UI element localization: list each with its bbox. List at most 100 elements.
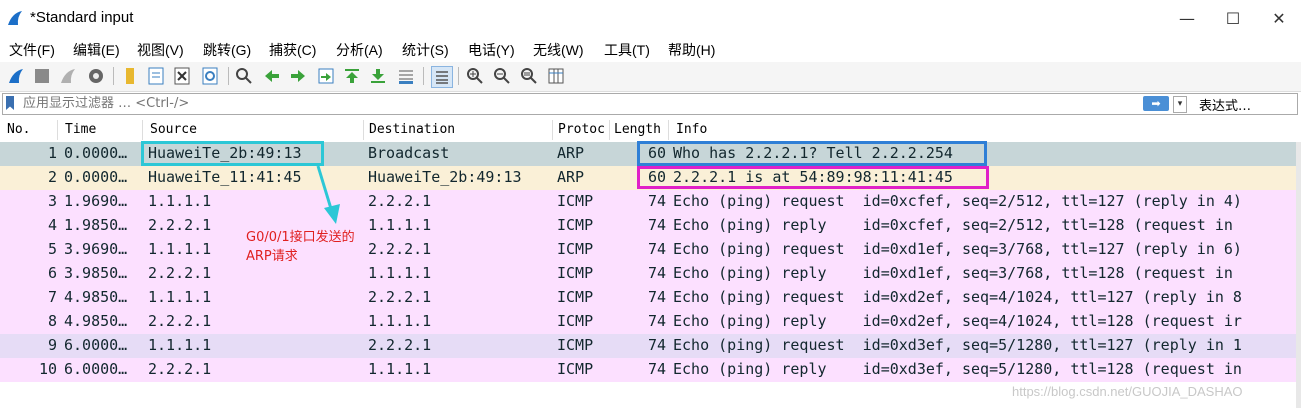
menu-telephony[interactable]: 电话(Y) (468, 40, 515, 60)
packet-source: HuaweiTe_2b:49:13 (148, 144, 302, 162)
packet-destination: Broadcast (368, 144, 450, 162)
packet-time: 6.0000… (64, 336, 128, 354)
menu-help[interactable]: 帮助(H) (668, 40, 715, 60)
packet-destination: 2.2.2.1 (368, 336, 432, 354)
packet-row[interactable]: 4 1.9850… 2.2.2.1 1.1.1.1 ICMP 74 Echo (… (0, 214, 1301, 238)
maximize-button[interactable]: ☐ (1210, 0, 1256, 36)
packet-no: 3 (47, 192, 57, 210)
open-file-icon[interactable] (120, 66, 140, 86)
find-packet-icon[interactable] (234, 66, 254, 86)
window-title: *Standard input (30, 9, 134, 26)
packet-destination: HuaweiTe_2b:49:13 (368, 168, 522, 186)
packet-source: 1.1.1.1 (148, 288, 212, 306)
start-capture-icon[interactable] (6, 66, 26, 86)
packet-protocol: ICMP (557, 264, 594, 282)
close-button[interactable]: ✕ (1256, 0, 1301, 36)
packet-row[interactable]: 3 1.9690… 1.1.1.1 2.2.2.1 ICMP 74 Echo (… (0, 190, 1301, 214)
packet-row[interactable]: 9 6.0000… 1.1.1.1 2.2.2.1 ICMP 74 Echo (… (0, 334, 1301, 358)
packet-length: 74 (647, 240, 666, 258)
packet-no: 7 (47, 288, 57, 306)
packet-info: Echo (ping) reply id=0xd2ef, seq=4/1024,… (673, 312, 1242, 330)
menu-view[interactable]: 视图(V) (137, 40, 184, 60)
stop-capture-icon[interactable] (32, 66, 52, 86)
title-bar: *Standard input — ☐ ✕ (0, 0, 1301, 36)
restart-capture-icon[interactable] (58, 66, 78, 86)
column-source[interactable]: Source (150, 122, 197, 137)
filter-bookmark-icon[interactable] (6, 96, 14, 110)
annotation-text: G0/0/1接口发送的ARP请求 (246, 230, 355, 264)
go-back-icon[interactable] (262, 66, 282, 86)
packet-protocol: ICMP (557, 336, 594, 354)
column-no[interactable]: No. (7, 122, 30, 137)
packet-info: Echo (ping) reply id=0xd3ef, seq=5/1280,… (673, 360, 1242, 378)
menu-go[interactable]: 跳转(G) (203, 40, 251, 60)
column-protocol[interactable]: Protoc (558, 122, 605, 137)
packet-row[interactable]: 8 4.9850… 2.2.2.1 1.1.1.1 ICMP 74 Echo (… (0, 310, 1301, 334)
vertical-scrollbar[interactable] (1296, 142, 1301, 408)
column-info[interactable]: Info (676, 122, 707, 137)
menu-edit[interactable]: 编辑(E) (73, 40, 120, 60)
packet-info: Echo (ping) reply id=0xd1ef, seq=3/768, … (673, 264, 1233, 282)
packet-length: 74 (647, 264, 666, 282)
column-time[interactable]: Time (65, 122, 96, 137)
menu-capture[interactable]: 捕获(C) (269, 40, 316, 60)
expression-button[interactable]: 表达式… (1199, 95, 1251, 114)
packet-time: 4.9850… (64, 288, 128, 306)
packet-info: Echo (ping) request id=0xcfef, seq=2/512… (673, 192, 1242, 210)
menu-tools[interactable]: 工具(T) (604, 40, 650, 60)
packet-row[interactable]: 7 4.9850… 1.1.1.1 2.2.2.1 ICMP 74 Echo (… (0, 286, 1301, 310)
packet-destination: 2.2.2.1 (368, 192, 432, 210)
packet-destination: 1.1.1.1 (368, 264, 432, 282)
menu-analyze[interactable]: 分析(A) (336, 40, 383, 60)
packet-row[interactable]: 1 0.0000… HuaweiTe_2b:49:13 Broadcast AR… (0, 142, 1301, 166)
packet-destination: 2.2.2.1 (368, 240, 432, 258)
packet-no: 1 (47, 144, 57, 162)
packet-row[interactable]: 10 6.0000… 2.2.2.1 1.1.1.1 ICMP 74 Echo … (0, 358, 1301, 382)
reload-file-icon[interactable] (200, 66, 220, 86)
packet-source: 2.2.2.1 (148, 360, 212, 378)
packet-protocol: ICMP (557, 360, 594, 378)
watermark: https://blog.csdn.net/GUOJIA_DASHAO (1012, 384, 1243, 399)
first-packet-icon[interactable] (342, 66, 362, 86)
packet-no: 2 (47, 168, 57, 186)
packet-length: 74 (647, 312, 666, 330)
packet-protocol: ICMP (557, 288, 594, 306)
packet-row[interactable]: 5 3.9690… 1.1.1.1 2.2.2.1 ICMP 74 Echo (… (0, 238, 1301, 262)
packet-no: 6 (47, 264, 57, 282)
column-length[interactable]: Length (614, 122, 661, 137)
packet-protocol: ICMP (557, 312, 594, 330)
apply-filter-button[interactable]: ➡ (1143, 96, 1169, 111)
filter-history-dropdown[interactable]: ▾ (1173, 96, 1187, 113)
menu-statistics[interactable]: 统计(S) (402, 40, 449, 60)
packet-destination: 1.1.1.1 (368, 360, 432, 378)
zoom-in-icon[interactable] (465, 66, 485, 86)
last-packet-icon[interactable] (368, 66, 388, 86)
save-file-icon[interactable] (146, 66, 166, 86)
packet-time: 6.0000… (64, 360, 128, 378)
packet-no: 10 (38, 360, 57, 378)
packet-protocol: ICMP (557, 216, 594, 234)
main-toolbar (0, 62, 1301, 92)
zoom-reset-icon[interactable] (519, 66, 539, 86)
display-filter-input[interactable] (23, 95, 1133, 112)
go-to-packet-icon[interactable] (316, 66, 336, 86)
column-destination[interactable]: Destination (369, 122, 455, 137)
menu-wireless[interactable]: 无线(W) (533, 40, 584, 60)
packet-protocol: ARP (557, 168, 585, 186)
packet-row[interactable]: 2 0.0000… HuaweiTe_11:41:45 HuaweiTe_2b:… (0, 166, 1301, 190)
capture-options-icon[interactable] (86, 66, 106, 86)
resize-columns-icon[interactable] (546, 66, 566, 86)
annotation-arrow (316, 165, 340, 224)
packet-row[interactable]: 6 3.9850… 2.2.2.1 1.1.1.1 ICMP 74 Echo (… (0, 262, 1301, 286)
packet-no: 4 (47, 216, 57, 234)
close-file-icon[interactable] (172, 66, 192, 86)
zoom-out-icon[interactable] (492, 66, 512, 86)
menu-file[interactable]: 文件(F) (9, 40, 55, 60)
minimize-button[interactable]: — (1164, 0, 1210, 36)
packet-info: Echo (ping) request id=0xd3ef, seq=5/128… (673, 336, 1242, 354)
packet-destination: 2.2.2.1 (368, 288, 432, 306)
go-forward-icon[interactable] (288, 66, 308, 86)
packet-info: Who has 2.2.2.1? Tell 2.2.2.254 (673, 144, 953, 162)
colorize-icon[interactable] (431, 66, 453, 88)
auto-scroll-icon[interactable] (396, 66, 416, 86)
